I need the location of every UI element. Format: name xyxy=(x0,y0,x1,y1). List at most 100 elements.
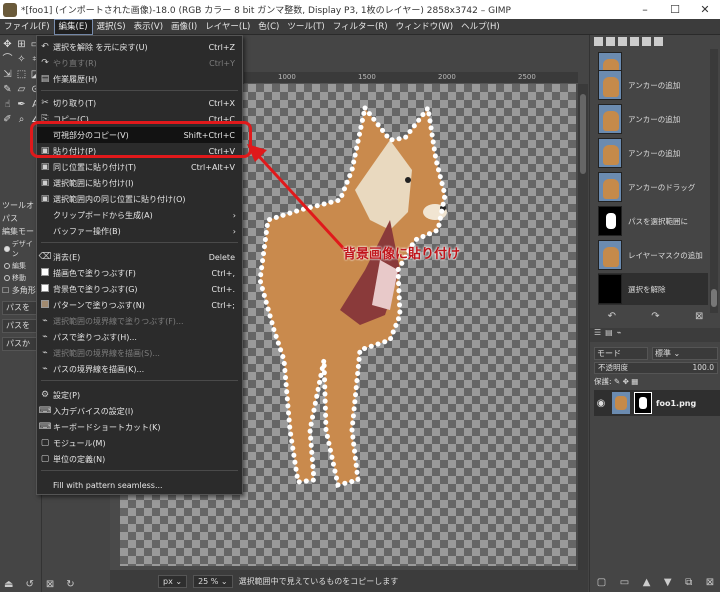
path-button-1[interactable]: パスを xyxy=(2,301,40,315)
lasso-icon[interactable]: ⌒ xyxy=(1,53,14,66)
status-bar: px ⌄ 25 % ⌄ 選択範囲中で見えているものをコピーします xyxy=(110,570,588,592)
menu-view[interactable]: 表示(V) xyxy=(130,19,167,35)
opacity-slider[interactable]: 不透明度 100.0 xyxy=(594,362,718,374)
menu-item-redo[interactable]: ↷ やり直す(R) Ctrl+Y xyxy=(37,55,242,71)
history-item[interactable]: パスを選択範囲に xyxy=(598,205,708,237)
brush-icon[interactable]: ✎ xyxy=(1,83,14,96)
minimize-button[interactable]: – xyxy=(630,0,660,19)
layers-tab-icon[interactable]: ☰ xyxy=(594,328,601,342)
menu-filters[interactable]: フィルター(R) xyxy=(329,19,392,35)
menu-item-buffer[interactable]: バッファー操作(B) › xyxy=(37,223,242,239)
fill-selection-icon: ⌁ xyxy=(42,316,48,326)
close-button[interactable]: ✕ xyxy=(690,0,720,19)
menu-item-paste-into-in-place[interactable]: ▣ 選択範囲内の同じ位置に貼り付け(O) xyxy=(37,191,242,207)
redo-icon[interactable]: ↷ xyxy=(651,311,659,325)
menu-item-fill-pattern[interactable]: パターンで塗りつぶす(N) Ctrl+; xyxy=(37,297,242,313)
history-item[interactable]: アンカーの追加 xyxy=(598,137,708,169)
menu-item-fill-fg[interactable]: 描画色で塗りつぶす(F) Ctrl+, xyxy=(37,265,242,281)
menu-layer[interactable]: レイヤー(L) xyxy=(201,19,254,35)
layers-tabs[interactable]: ☰ ▤ ⌁ xyxy=(590,328,720,342)
menu-item-preferences[interactable]: ⚙ 設定(P) xyxy=(37,387,242,403)
reset-icon[interactable]: ↻ xyxy=(66,579,74,590)
menu-image[interactable]: 画像(I) xyxy=(167,19,201,35)
menu-item-keyboard-shortcuts[interactable]: ⌨ キーボードショートカット(K) xyxy=(37,419,242,435)
wand-icon[interactable]: ✧ xyxy=(15,53,28,66)
menu-select[interactable]: 選択(S) xyxy=(93,19,130,35)
history-tab-icon[interactable] xyxy=(654,37,663,46)
align-tool-icon[interactable]: ⊞ xyxy=(15,38,28,51)
save-preset-icon[interactable]: ⏏ xyxy=(4,579,13,590)
undo-icon[interactable]: ↶ xyxy=(608,311,616,325)
menu-item-undo[interactable]: ↶ 選択を解除 を元に戻す(U) Ctrl+Z xyxy=(37,39,242,55)
menu-item-stroke-path[interactable]: ⌁ パスの境界線を描画(K)... xyxy=(37,361,242,377)
menu-item-input-devices[interactable]: ⌨ 入力デバイスの設定(I) xyxy=(37,403,242,419)
menu-item-paste-as[interactable]: クリップボードから生成(A) › xyxy=(37,207,242,223)
units-icon: ▢ xyxy=(40,454,50,464)
history-item[interactable]: アンカーのドラッグ xyxy=(598,171,708,203)
raise-icon[interactable]: ▲ xyxy=(643,577,651,588)
brush-tab-icon[interactable] xyxy=(594,37,603,46)
layer-mask-thumbnail[interactable] xyxy=(634,392,652,414)
history-item-selected[interactable]: 選択を解除 xyxy=(598,273,708,305)
picker-icon[interactable]: ✐ xyxy=(1,113,14,126)
menu-item-paste-into[interactable]: ▣ 選択範囲に貼り付け(I) xyxy=(37,175,242,191)
move-tool-icon[interactable]: ✥ xyxy=(1,38,14,51)
warp-icon[interactable]: ⇲ xyxy=(1,68,14,81)
zoom-select[interactable]: 25 % ⌄ xyxy=(193,574,233,588)
menu-item-fill-selection[interactable]: ⌁ 選択範囲の境界線で塗りつぶす(F)... xyxy=(37,313,242,329)
canvas-vertical-scrollbar[interactable] xyxy=(578,84,588,570)
delete-icon[interactable]: ⊠ xyxy=(706,577,714,588)
menu-color[interactable]: 色(C) xyxy=(254,19,283,35)
smudge-icon[interactable]: ☝ xyxy=(1,98,14,111)
duplicate-icon[interactable]: ⧉ xyxy=(685,577,692,588)
top-ruler: 1000 1500 2000 2500 xyxy=(244,72,578,84)
menu-item-fill-path[interactable]: ⌁ パスで塗りつぶす(H)... xyxy=(37,329,242,345)
menu-edit[interactable]: 編集(E) xyxy=(53,18,93,35)
restore-icon[interactable]: ↺ xyxy=(25,579,33,590)
font-tab-icon[interactable] xyxy=(630,37,639,46)
menu-tools[interactable]: ツール(T) xyxy=(283,19,328,35)
menu-item-paste-in-place[interactable]: ▣ 同じ位置に貼り付け(T) Ctrl+Alt+V xyxy=(37,159,242,175)
clear-history-icon[interactable]: ⊠ xyxy=(695,311,703,325)
zoom-icon[interactable]: ⌕ xyxy=(15,113,28,126)
submenu-arrow-icon: › xyxy=(232,226,236,236)
menu-item-stroke-selection[interactable]: ⌁ 選択範囲の境界線を描画(S)... xyxy=(37,345,242,361)
menu-windows[interactable]: ウィンドウ(W) xyxy=(392,19,458,35)
history-item[interactable]: レイヤーマスクの追加 xyxy=(598,239,708,271)
menu-item-history[interactable]: ▤ 作業履歴(H) xyxy=(37,71,242,87)
document-tab-icon[interactable] xyxy=(642,37,651,46)
delete-preset-icon[interactable]: ⊠ xyxy=(46,579,54,590)
maximize-button[interactable]: ☐ xyxy=(660,0,690,19)
input-device-icon: ⌨ xyxy=(38,406,52,416)
eraser-icon[interactable]: ▱ xyxy=(15,83,28,96)
menu-item-fill-bg[interactable]: 背景色で塗りつぶす(G) Ctrl+. xyxy=(37,281,242,297)
pattern-tab-icon[interactable] xyxy=(606,37,615,46)
menu-item-units[interactable]: ▢ 単位の定義(N) xyxy=(37,451,242,467)
menu-item-modules[interactable]: ▢ モジュール(M) xyxy=(37,435,242,451)
history-item[interactable]: アンカーの追加 xyxy=(598,103,708,135)
path-button-2[interactable]: パスを xyxy=(2,319,40,333)
pattern-swatch xyxy=(41,299,49,308)
mode-select[interactable]: 標準 ⌄ xyxy=(652,346,718,360)
path-tool-icon[interactable]: ✒ xyxy=(15,98,28,111)
folder-icon[interactable]: ▭ xyxy=(620,577,629,588)
layer-row[interactable]: ◉ foo1.png xyxy=(594,390,720,416)
menu-item-cut[interactable]: ✂ 切り取り(T) Ctrl+X xyxy=(37,95,242,111)
history-scrollbar[interactable] xyxy=(710,49,718,313)
history-item[interactable]: アンカーの追加 xyxy=(598,69,708,101)
dock-tabs[interactable] xyxy=(590,35,720,49)
menu-item-fill-pattern-seamless[interactable]: Fill with pattern seamless... xyxy=(37,477,242,493)
lower-icon[interactable]: ▼ xyxy=(664,577,672,588)
menu-help[interactable]: ヘルプ(H) xyxy=(457,19,504,35)
menu-file[interactable]: ファイル(F) xyxy=(0,19,54,35)
new-layer-icon[interactable]: ▢ xyxy=(597,577,606,588)
paths-tab-icon[interactable]: ⌁ xyxy=(617,328,622,342)
undo-icon: ↶ xyxy=(41,42,49,52)
menu-item-clear[interactable]: ⌫ 消去(E) Delete xyxy=(37,249,242,265)
unit-select[interactable]: px ⌄ xyxy=(158,574,188,588)
eye-icon[interactable]: ◉ xyxy=(594,398,608,409)
path-button-3[interactable]: パスか xyxy=(2,337,40,351)
transform-icon[interactable]: ⬚ xyxy=(15,68,28,81)
gradient-tab-icon[interactable] xyxy=(618,37,627,46)
channels-tab-icon[interactable]: ▤ xyxy=(605,328,613,342)
